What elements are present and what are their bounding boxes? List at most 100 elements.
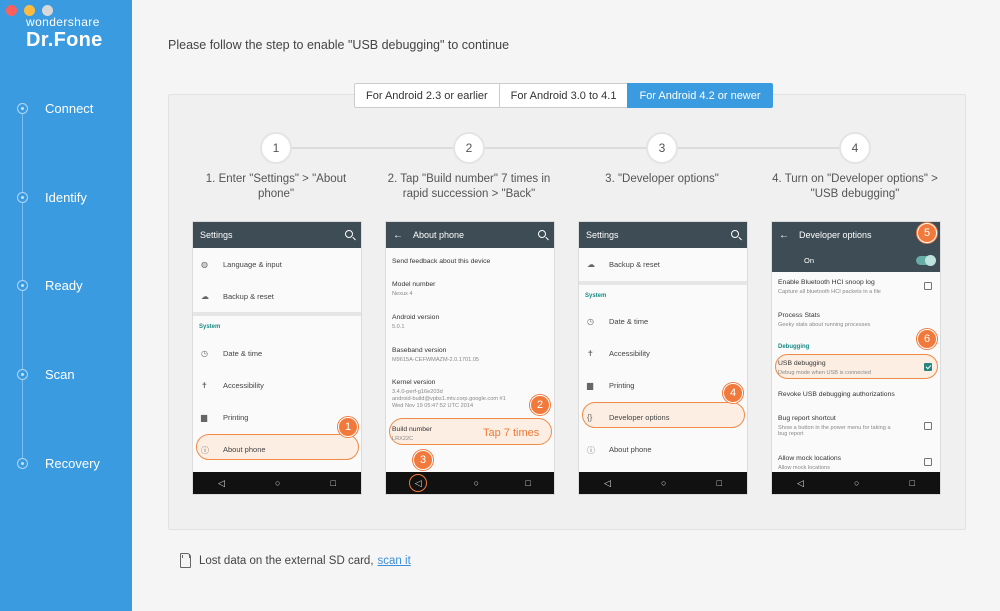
list-item-label: Accessibility [609, 349, 650, 358]
cloud-upload-icon: ☁ [587, 260, 595, 269]
row-sub: Allow mock locations [778, 465, 830, 471]
phone-nav-bar: ◁ ○ □ [579, 472, 747, 494]
instruction-text: Please follow the step to enable "USB de… [168, 38, 510, 52]
row-value: LRX22C [392, 436, 414, 442]
back-arrow-icon: ← [393, 229, 403, 241]
tab-android-3-0-4-1[interactable]: For Android 3.0 to 4.1 [498, 83, 629, 108]
home-nav-icon: ○ [854, 478, 860, 488]
step-badge-5: 5 [917, 223, 937, 243]
sidebar-item-label: Recovery [45, 455, 100, 471]
row-value: Nexus 4 [392, 291, 413, 297]
tab-android-2-3[interactable]: For Android 2.3 or earlier [354, 83, 500, 108]
step-dot-icon [17, 102, 28, 114]
recents-nav-icon: □ [330, 478, 336, 488]
sidebar-item-scan: Scan [0, 362, 132, 386]
tab-android-4-2[interactable]: For Android 4.2 or newer [627, 83, 773, 108]
divider [193, 312, 361, 316]
recents-nav-icon: □ [909, 478, 915, 488]
list-item-label: Date & time [609, 317, 649, 326]
search-icon [345, 230, 353, 238]
row-value: M9615A-CEFWMAZM-2.0.1701.05 [392, 357, 480, 363]
back-nav-icon[interactable]: ◁ [409, 474, 428, 492]
recents-nav-icon: □ [525, 478, 531, 488]
code-braces-icon: {} [587, 413, 593, 422]
section-header: Debugging [778, 344, 810, 350]
section-header: System [199, 324, 221, 330]
step-text-1: 1. Enter "Settings" > "About phone" [205, 173, 347, 200]
sidebar-item-label: Connect [45, 100, 94, 116]
developer-options-master-row: On [772, 248, 940, 272]
tap-7-times-hint: Tap 7 times [483, 427, 540, 439]
list-item-label: Backup & reset [609, 260, 660, 269]
accessibility-icon: ✝ [587, 349, 594, 358]
phone-title-bar: Settings [193, 222, 361, 248]
row-sub: bug report [778, 431, 804, 437]
step-dot-icon [17, 457, 28, 469]
search-icon [731, 230, 739, 238]
phone-title-bar: ← About phone [386, 222, 554, 248]
list-item-label: Printing [223, 413, 249, 422]
row-label: Enable Bluetooth HCI snoop log [778, 279, 875, 286]
step-badge-2: 2 [530, 395, 550, 415]
row-label: Android version [392, 314, 440, 321]
sidebar-item-label: Ready [45, 277, 83, 293]
recents-nav-icon: □ [716, 478, 722, 488]
phone-title: About phone [413, 230, 465, 240]
bluetooth-hci-checkbox[interactable] [924, 282, 932, 290]
sd-card-notice: Lost data on the external SD card, scan … [180, 553, 411, 568]
phone-title-bar: ← Developer options [772, 222, 940, 248]
home-nav-icon: ○ [473, 478, 479, 488]
app-logo: wondershare Dr.Fone [26, 15, 103, 51]
usb-debugging-label[interactable]: USB debugging [778, 360, 826, 367]
clock-icon: ◷ [201, 349, 208, 358]
list-item-label: About phone [223, 445, 266, 454]
sidebar-item-recovery: Recovery [0, 451, 132, 475]
globe-icon: ◍ [201, 260, 208, 269]
build-number-label[interactable]: Build number [392, 426, 432, 433]
step-number-1: 1 [260, 132, 292, 164]
back-nav-icon: ◁ [218, 477, 225, 488]
row-label: Baseband version [392, 347, 447, 354]
row-label: Model number [392, 281, 436, 288]
row-value: 5.0.1 [392, 324, 405, 330]
sd-card-icon [180, 553, 191, 568]
feedback-link: Send feedback about this device [392, 258, 491, 265]
sidebar-item-connect: Connect [0, 96, 132, 120]
phone-title: Settings [200, 230, 233, 240]
back-arrow-icon: ← [779, 229, 789, 241]
step-text-3: 3. "Developer options" [605, 173, 719, 185]
accessibility-icon: ✝ [201, 381, 208, 390]
sidebar: wondershare Dr.Fone Connect Identify Rea… [0, 0, 132, 611]
usb-debugging-checkbox[interactable] [924, 363, 932, 371]
row-label: Process Stats [778, 312, 820, 319]
list-item-label: Language & input [223, 260, 282, 269]
sd-card-text: Lost data on the external SD card, [199, 554, 374, 567]
list-item-label: About phone [609, 445, 652, 454]
step-dot-icon [17, 279, 28, 291]
back-nav-icon: ◁ [604, 477, 611, 488]
list-item-label: Printing [609, 381, 635, 390]
step-text-4: 4. Turn on "Developer options" > "USB de… [772, 173, 938, 200]
phone-title: Developer options [799, 230, 872, 240]
step-number-2: 2 [453, 132, 485, 164]
info-icon: ⓘ [587, 446, 595, 455]
bug-report-checkbox[interactable] [924, 422, 932, 430]
scan-it-link[interactable]: scan it [378, 555, 411, 567]
row-value: 3.4.0-perf-g16e203d [392, 389, 443, 395]
steps-progress-line [275, 147, 855, 149]
step-badge-4: 4 [723, 383, 743, 403]
sidebar-item-label: Identify [45, 189, 87, 205]
mock-locations-checkbox[interactable] [924, 458, 932, 466]
sidebar-item-label: Scan [45, 366, 75, 382]
developer-options-toggle[interactable] [916, 255, 936, 266]
close-window-button[interactable] [6, 5, 17, 16]
printer-icon: ▆ [201, 413, 208, 422]
back-nav-icon: ◁ [797, 477, 804, 488]
row-label[interactable]: Revoke USB debugging authorizations [778, 391, 895, 398]
phone-title-bar: Settings [579, 222, 747, 248]
phone-screen-settings: Settings ◍ Language & input ☁ Backup & res… [192, 221, 362, 495]
step-badge-1: 1 [338, 417, 358, 437]
phone-nav-bar: ◁ ○ □ [386, 472, 554, 494]
step-number-4: 4 [839, 132, 871, 164]
step-dot-icon [17, 368, 28, 380]
